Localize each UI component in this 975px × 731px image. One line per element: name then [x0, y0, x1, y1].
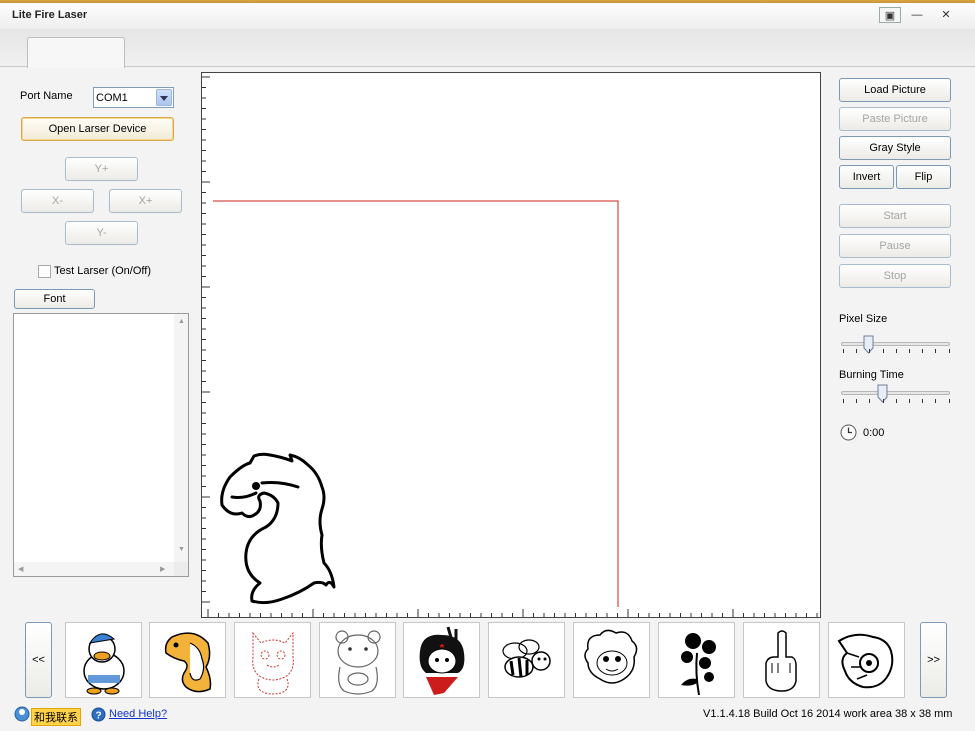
sheep-icon [584, 629, 638, 684]
gallery-next-button[interactable]: >> [920, 622, 947, 698]
bear-icon [335, 630, 381, 695]
work-canvas[interactable] [201, 72, 821, 618]
test-laser-label: Test Larser (On/Off) [54, 265, 151, 277]
port-name-label: Port Name [20, 90, 73, 102]
port-select-value: COM1 [96, 92, 128, 104]
vertical-scrollbar[interactable]: ▲ ▼ [174, 314, 188, 562]
pixel-size-label: Pixel Size [839, 313, 888, 325]
horse-eye [252, 482, 260, 490]
text-input[interactable]: ▲ ▼ ◀ ▶ [13, 313, 189, 577]
x-minus-button[interactable]: X- [21, 189, 94, 213]
help-link[interactable]: Need Help? [109, 708, 167, 720]
bottom-ruler [207, 609, 818, 617]
minimize-icon[interactable]: — [906, 7, 928, 23]
port-select[interactable]: COM1 [93, 87, 174, 108]
slider-tick [922, 349, 924, 353]
version-text: V1.1.4.18 Build Oct 16 2014 work area 38… [703, 708, 953, 720]
horse-thumbnail[interactable] [149, 622, 226, 698]
slider-tick [843, 349, 844, 353]
pointing-hand-thumbnail[interactable] [828, 622, 905, 698]
scroll-down-icon[interactable]: ▼ [178, 546, 185, 553]
burning-time-slider[interactable] [841, 391, 950, 395]
pause-button[interactable]: Pause [839, 234, 951, 258]
slider-tick [856, 349, 858, 353]
rose-icon [681, 633, 716, 696]
clock-icon [840, 424, 857, 441]
x-plus-button[interactable]: X+ [109, 189, 182, 213]
slider-tick [909, 399, 910, 403]
slider-tick [843, 399, 844, 403]
horizontal-scrollbar[interactable]: ◀ ▶ [14, 562, 175, 576]
flip-button[interactable]: Flip [896, 165, 951, 189]
tab-main[interactable] [27, 37, 125, 68]
contact-link[interactable]: 和我联系 [31, 708, 81, 726]
girl-thumbnail[interactable] [403, 622, 480, 698]
title-bar: Lite Fire Laser ▣ — ✕ [0, 3, 975, 29]
rose-thumbnail[interactable] [658, 622, 735, 698]
slider-tick [882, 349, 884, 353]
stop-button[interactable]: Stop [839, 264, 951, 288]
bee-thumbnail[interactable] [488, 622, 565, 698]
y-plus-button[interactable]: Y+ [65, 157, 138, 181]
slider-tick [935, 349, 937, 353]
horse-icon [164, 632, 212, 693]
girl-icon [419, 626, 465, 695]
work-area-border [213, 200, 619, 607]
slider-tick [856, 399, 858, 403]
duck-thumbnail[interactable] [65, 622, 142, 698]
gray-style-button[interactable]: Gray Style [839, 136, 951, 160]
scroll-left-icon[interactable]: ◀ [18, 565, 23, 573]
slider-tick [895, 349, 897, 353]
left-ruler [202, 76, 210, 603]
scroll-corner [174, 562, 188, 576]
contact-icon [14, 706, 30, 722]
scroll-right-icon[interactable]: ▶ [160, 565, 165, 573]
open-device-button[interactable]: Open Larser Device [21, 117, 174, 141]
hand-thumbnail[interactable] [743, 622, 820, 698]
slider-tick [882, 399, 884, 403]
cat-thumbnail[interactable] [234, 622, 311, 698]
slider-tick [935, 399, 937, 403]
window-title: Lite Fire Laser [12, 9, 88, 21]
svg-text:?: ? [96, 711, 102, 722]
y-minus-button[interactable]: Y- [65, 221, 138, 245]
slider-tick [895, 399, 897, 403]
restore-icon[interactable]: ▣ [879, 7, 901, 23]
start-button[interactable]: Start [839, 204, 951, 228]
hand-icon [765, 630, 797, 692]
gallery-prev-button[interactable]: << [25, 622, 52, 698]
close-icon[interactable]: ✕ [935, 7, 957, 23]
sheep-thumbnail[interactable] [573, 622, 650, 698]
scroll-up-icon[interactable]: ▲ [178, 318, 185, 325]
bear-thumbnail[interactable] [319, 622, 396, 698]
tab-strip [0, 29, 975, 68]
slider-tick [909, 349, 910, 353]
pixel-size-slider[interactable] [841, 342, 950, 346]
help-icon: ? [91, 707, 106, 722]
cat-icon [252, 631, 294, 695]
font-button[interactable]: Font [14, 289, 95, 309]
chevron-down-icon[interactable] [156, 89, 172, 106]
canvas-drawing [202, 76, 818, 617]
timer-value: 0:00 [863, 427, 885, 439]
test-laser-checkbox[interactable] [38, 265, 51, 278]
bee-icon [502, 639, 551, 678]
duck-icon [83, 633, 125, 695]
slider-tick [922, 399, 924, 403]
slider-tick [869, 349, 871, 353]
horse-drawing [220, 452, 336, 605]
slider-tick [869, 399, 871, 403]
slider-tick [948, 399, 950, 403]
invert-button[interactable]: Invert [839, 165, 894, 189]
paste-picture-button[interactable]: Paste Picture [839, 107, 951, 131]
pointing-hand-icon [837, 633, 894, 689]
burning-time-label: Burning Time [839, 369, 904, 381]
slider-tick [948, 349, 950, 353]
load-picture-button[interactable]: Load Picture [839, 78, 951, 102]
